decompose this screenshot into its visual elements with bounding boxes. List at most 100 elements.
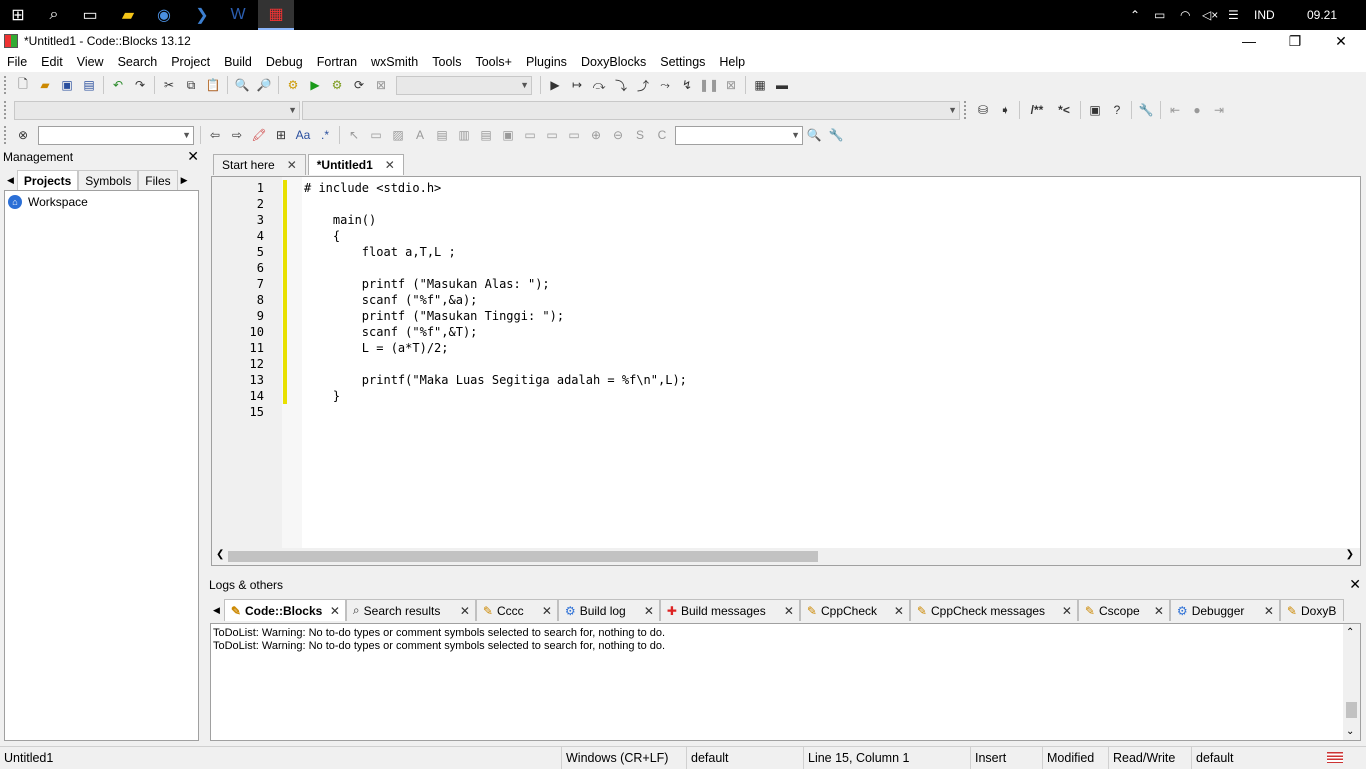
close-tab-icon[interactable]: ✕ [1154,604,1164,618]
selected-text-only-icon[interactable]: ⊞ [270,124,292,146]
symbol-search-combo[interactable]: ▼ [675,125,803,145]
menu-debug[interactable]: Debug [259,52,310,72]
maximize-button[interactable]: ❐ [1272,30,1318,52]
browser-icon[interactable]: ◉ [146,0,182,30]
debug-windows-icon[interactable]: ▦ [749,74,771,96]
cut-icon[interactable]: ✂ [158,74,180,96]
tab-untitled1[interactable]: *Untitled1 ✕ [307,154,404,175]
step-out-icon[interactable]: ⤴ [632,74,654,96]
minimize-button[interactable]: — [1226,30,1272,52]
wifi-icon[interactable]: ◠ [1180,0,1190,30]
scroll-left-icon[interactable]: ❮ [216,549,224,560]
align-top-icon[interactable]: ▤ [431,124,453,146]
undo-icon[interactable]: ↶ [107,74,129,96]
step-into-icon[interactable]: ⤵ [610,74,632,96]
chevron-up-icon[interactable]: ⌃ [1130,0,1140,30]
menu-doxyblocks[interactable]: DoxyBlocks [574,52,653,72]
tab-symbols[interactable]: Symbols [78,170,139,190]
build-gear-icon[interactable]: ⚙ [282,74,304,96]
log-tab-doxyblocks[interactable]: ✎ DoxyB [1279,599,1344,621]
insert-line-comment-button[interactable]: *< [1051,99,1077,121]
menu-fortran[interactable]: Fortran [310,52,364,72]
doxy-config-icon[interactable]: 🔧 [1135,99,1157,121]
insert-comment-block-button[interactable]: /** [1023,99,1051,121]
open-file-icon[interactable]: ▰ [34,74,56,96]
close-button[interactable]: ✕ [1318,30,1364,52]
tree-item-workspace[interactable]: ⌂ Workspace [5,191,198,213]
menu-file[interactable]: File [0,52,34,72]
tab-scroll-left-icon[interactable]: ◀ [209,599,224,621]
menu-view[interactable]: View [70,52,111,72]
menu-tools-plus[interactable]: Tools+ [468,52,518,72]
log-tab-cppcheck-messages[interactable]: ✎ CppCheck messages ✕ [909,599,1078,621]
horizontal-scrollbar[interactable]: ❮ ❯ [212,548,1360,565]
pause-icon[interactable]: ❚❚ [698,74,720,96]
volume-icon[interactable]: ◁× [1202,0,1218,30]
clock[interactable]: 09.21 [1307,0,1337,30]
new-file-icon[interactable]: 🗋 [12,74,34,96]
image-icon[interactable]: ▨ [387,124,409,146]
close-tab-icon[interactable]: ✕ [287,155,297,175]
save-all-icon[interactable]: ▤ [78,74,100,96]
symbol-settings-icon[interactable]: 🔧 [825,124,847,146]
close-tab-icon[interactable]: ✕ [330,604,340,618]
tab-scroll-left-icon[interactable]: ◀ [4,170,17,190]
log-tab-debugger[interactable]: ⚙ Debugger ✕ [1169,599,1280,621]
c-icon[interactable]: C [651,124,673,146]
menu-help[interactable]: Help [712,52,752,72]
symbol-search-icon[interactable]: 🔍 [803,124,825,146]
word-icon[interactable]: W [220,0,256,30]
find-previous-icon[interactable]: ⇦ [204,124,226,146]
log-tab-search-results[interactable]: ⌕ Search results ✕ [345,599,476,621]
replace-icon[interactable]: 🔎 [253,74,275,96]
redo-icon[interactable]: ↷ [129,74,151,96]
close-tab-icon[interactable]: ✕ [385,155,395,175]
regex-icon[interactable]: .* [314,124,336,146]
align-bottom-icon[interactable]: ▤ [475,124,497,146]
close-tab-icon[interactable]: ✕ [784,604,794,618]
debug-continue-icon[interactable]: ▶ [544,74,566,96]
toolbar-grip[interactable] [964,101,968,119]
find-icon[interactable]: 🔍 [231,74,253,96]
close-tab-icon[interactable]: ✕ [1264,604,1274,618]
log-tab-build-log[interactable]: ⚙ Build log ✕ [557,599,660,621]
codeblocks-icon[interactable]: ▦ [258,0,294,30]
s-icon[interactable]: S [629,124,651,146]
close-tab-icon[interactable]: ✕ [644,604,654,618]
run-to-cursor-icon[interactable]: ↦ [566,74,588,96]
next-instruction-icon[interactable]: ⤳ [654,74,676,96]
frame-icon[interactable]: ▭ [365,124,387,146]
incremental-search-combo[interactable]: ▼ [38,125,194,145]
stop-debug-icon[interactable]: ⊠ [720,74,742,96]
toolbar-grip[interactable] [4,76,8,94]
tab-projects[interactable]: Projects [16,170,79,190]
log-tab-cscope[interactable]: ✎ Cscope ✕ [1077,599,1170,621]
log-tab-build-messages[interactable]: ✚ Build messages ✕ [659,599,800,621]
doxywizard-icon[interactable]: ⛁ [972,99,994,121]
windows-start-icon[interactable]: ⊞ [0,0,36,30]
menu-build[interactable]: Build [217,52,259,72]
toolbar-grip[interactable] [4,126,8,144]
zoom-out-icon[interactable]: ⊖ [607,124,629,146]
shape-2-icon[interactable]: ▭ [541,124,563,146]
paste-icon[interactable]: 📋 [202,74,224,96]
run-icon[interactable]: ▶ [304,74,326,96]
close-logs-icon[interactable]: ✕ [1349,576,1361,593]
function-combo[interactable]: ▼ [302,100,960,120]
menu-search[interactable]: Search [111,52,165,72]
zoom-in-icon[interactable]: ⊕ [585,124,607,146]
scroll-down-icon[interactable]: ⌄ [1346,725,1354,738]
highlight-icon[interactable]: 🖍 [248,124,270,146]
language-indicator[interactable]: IND [1254,0,1275,30]
close-tab-icon[interactable]: ✕ [894,604,904,618]
task-view-icon[interactable]: ▭ [72,0,108,30]
battery-icon[interactable]: ▭ [1154,0,1165,30]
clear-search-icon[interactable]: ⊗ [12,124,34,146]
match-case-icon[interactable]: Aa [292,124,314,146]
menu-project[interactable]: Project [164,52,217,72]
select-tool-icon[interactable]: ↖ [343,124,365,146]
save-icon[interactable]: ▣ [56,74,78,96]
powershell-icon[interactable]: ❯ [184,0,220,30]
close-management-icon[interactable]: ✕ [187,148,199,165]
debug-info-icon[interactable]: ▬ [771,74,793,96]
